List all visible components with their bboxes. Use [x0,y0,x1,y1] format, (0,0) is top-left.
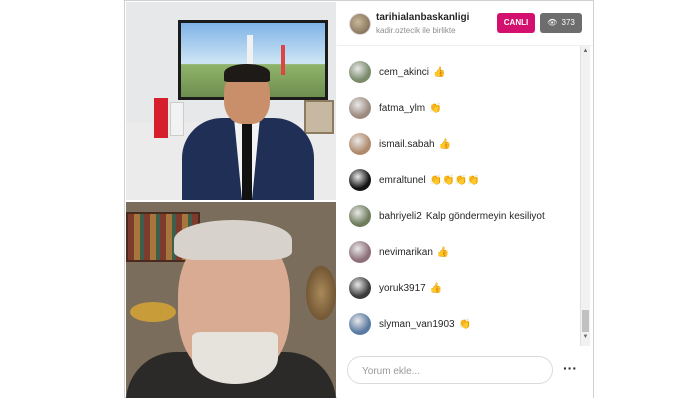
host-video[interactable] [126,2,336,200]
comment-item: nevimarikan 👍 [349,240,449,264]
commenter-avatar[interactable] [349,97,371,119]
comment-text: 👍 [433,66,446,78]
host-subtitle: kadir.oztecik ile birlikte [376,26,456,35]
comment-panel: tarihialanbaskanligi kadir.oztecik ile b… [337,2,593,398]
comment-text: 👏 [458,318,472,330]
commenter-avatar[interactable] [349,133,371,155]
host-avatar[interactable] [349,13,371,35]
comment-scrollbar[interactable]: ▲ ▼ [580,46,590,346]
commenter-avatar[interactable] [349,61,371,83]
comment-item: cem_akinci 👍 [349,60,445,84]
live-badge: CANLI [497,13,535,33]
more-options-icon[interactable]: ··· [559,358,581,382]
comment-item: yoruk3917 👍 [349,276,442,300]
commenter-avatar[interactable] [349,241,371,263]
commenter-username[interactable]: emraltunel [379,175,426,186]
picture-frame [304,100,334,134]
wall-plate [306,266,336,320]
stream-header: tarihialanbaskanligi kadir.oztecik ile b… [337,2,593,46]
guest-hair [174,220,292,260]
comment-item: slyman_van1903 👏 [349,312,471,336]
commenter-username[interactable]: cem_akinci [379,67,429,78]
comment-input[interactable] [362,363,542,379]
comment-item: fatma_ylm 👏 [349,96,442,120]
comment-text: 👍 [429,282,443,294]
commenter-username[interactable]: bahriyeli2 [379,211,422,222]
comment-text: 👏👏👏👏 [429,174,480,186]
eye-icon: 👁 [547,18,558,27]
host-hair [224,64,270,82]
commenter-avatar[interactable] [349,205,371,227]
comment-item: ismail.sabah 👍 [349,132,451,156]
comment-list: cem_akinci 👍 fatma_ylm 👏 ismail.sabah 👍 … [337,54,577,344]
commenter-username[interactable]: nevimarikan [379,247,433,258]
comment-text: Kalp göndermeyin kesiliyot [425,210,545,222]
white-flag [170,102,184,136]
commenter-username[interactable]: ismail.sabah [379,139,435,150]
comment-text: 👍 [438,138,452,150]
video-grid [126,2,336,398]
comment-item: bahriyeli2 Kalp göndermeyin kesiliyot [349,204,545,228]
comment-composer [347,356,553,384]
commenter-avatar[interactable] [349,169,371,191]
viewer-count-badge[interactable]: 👁 373 [540,13,582,33]
scroll-up-arrow-icon[interactable]: ▲ [581,48,590,54]
host-username[interactable]: tarihialanbaskanligi [376,12,469,23]
commenter-username[interactable]: fatma_ylm [379,103,425,114]
commenter-avatar[interactable] [349,277,371,299]
scroll-down-arrow-icon[interactable]: ▼ [581,334,590,340]
scroll-thumb[interactable] [582,310,589,332]
comment-text: 👍 [436,246,450,258]
fish-decoration [130,302,176,322]
commenter-username[interactable]: slyman_van1903 [379,319,455,330]
flagpole-shape [281,45,285,75]
host-tie [242,122,252,200]
comment-item: emraltunel 👏👏👏👏 [349,168,480,192]
guest-beard [192,332,278,384]
commenter-username[interactable]: yoruk3917 [379,283,426,294]
guest-video[interactable] [126,202,336,398]
turkish-flag [154,98,168,138]
commenter-avatar[interactable] [349,313,371,335]
comment-text: 👏 [429,102,442,114]
viewer-count: 373 [561,18,575,27]
